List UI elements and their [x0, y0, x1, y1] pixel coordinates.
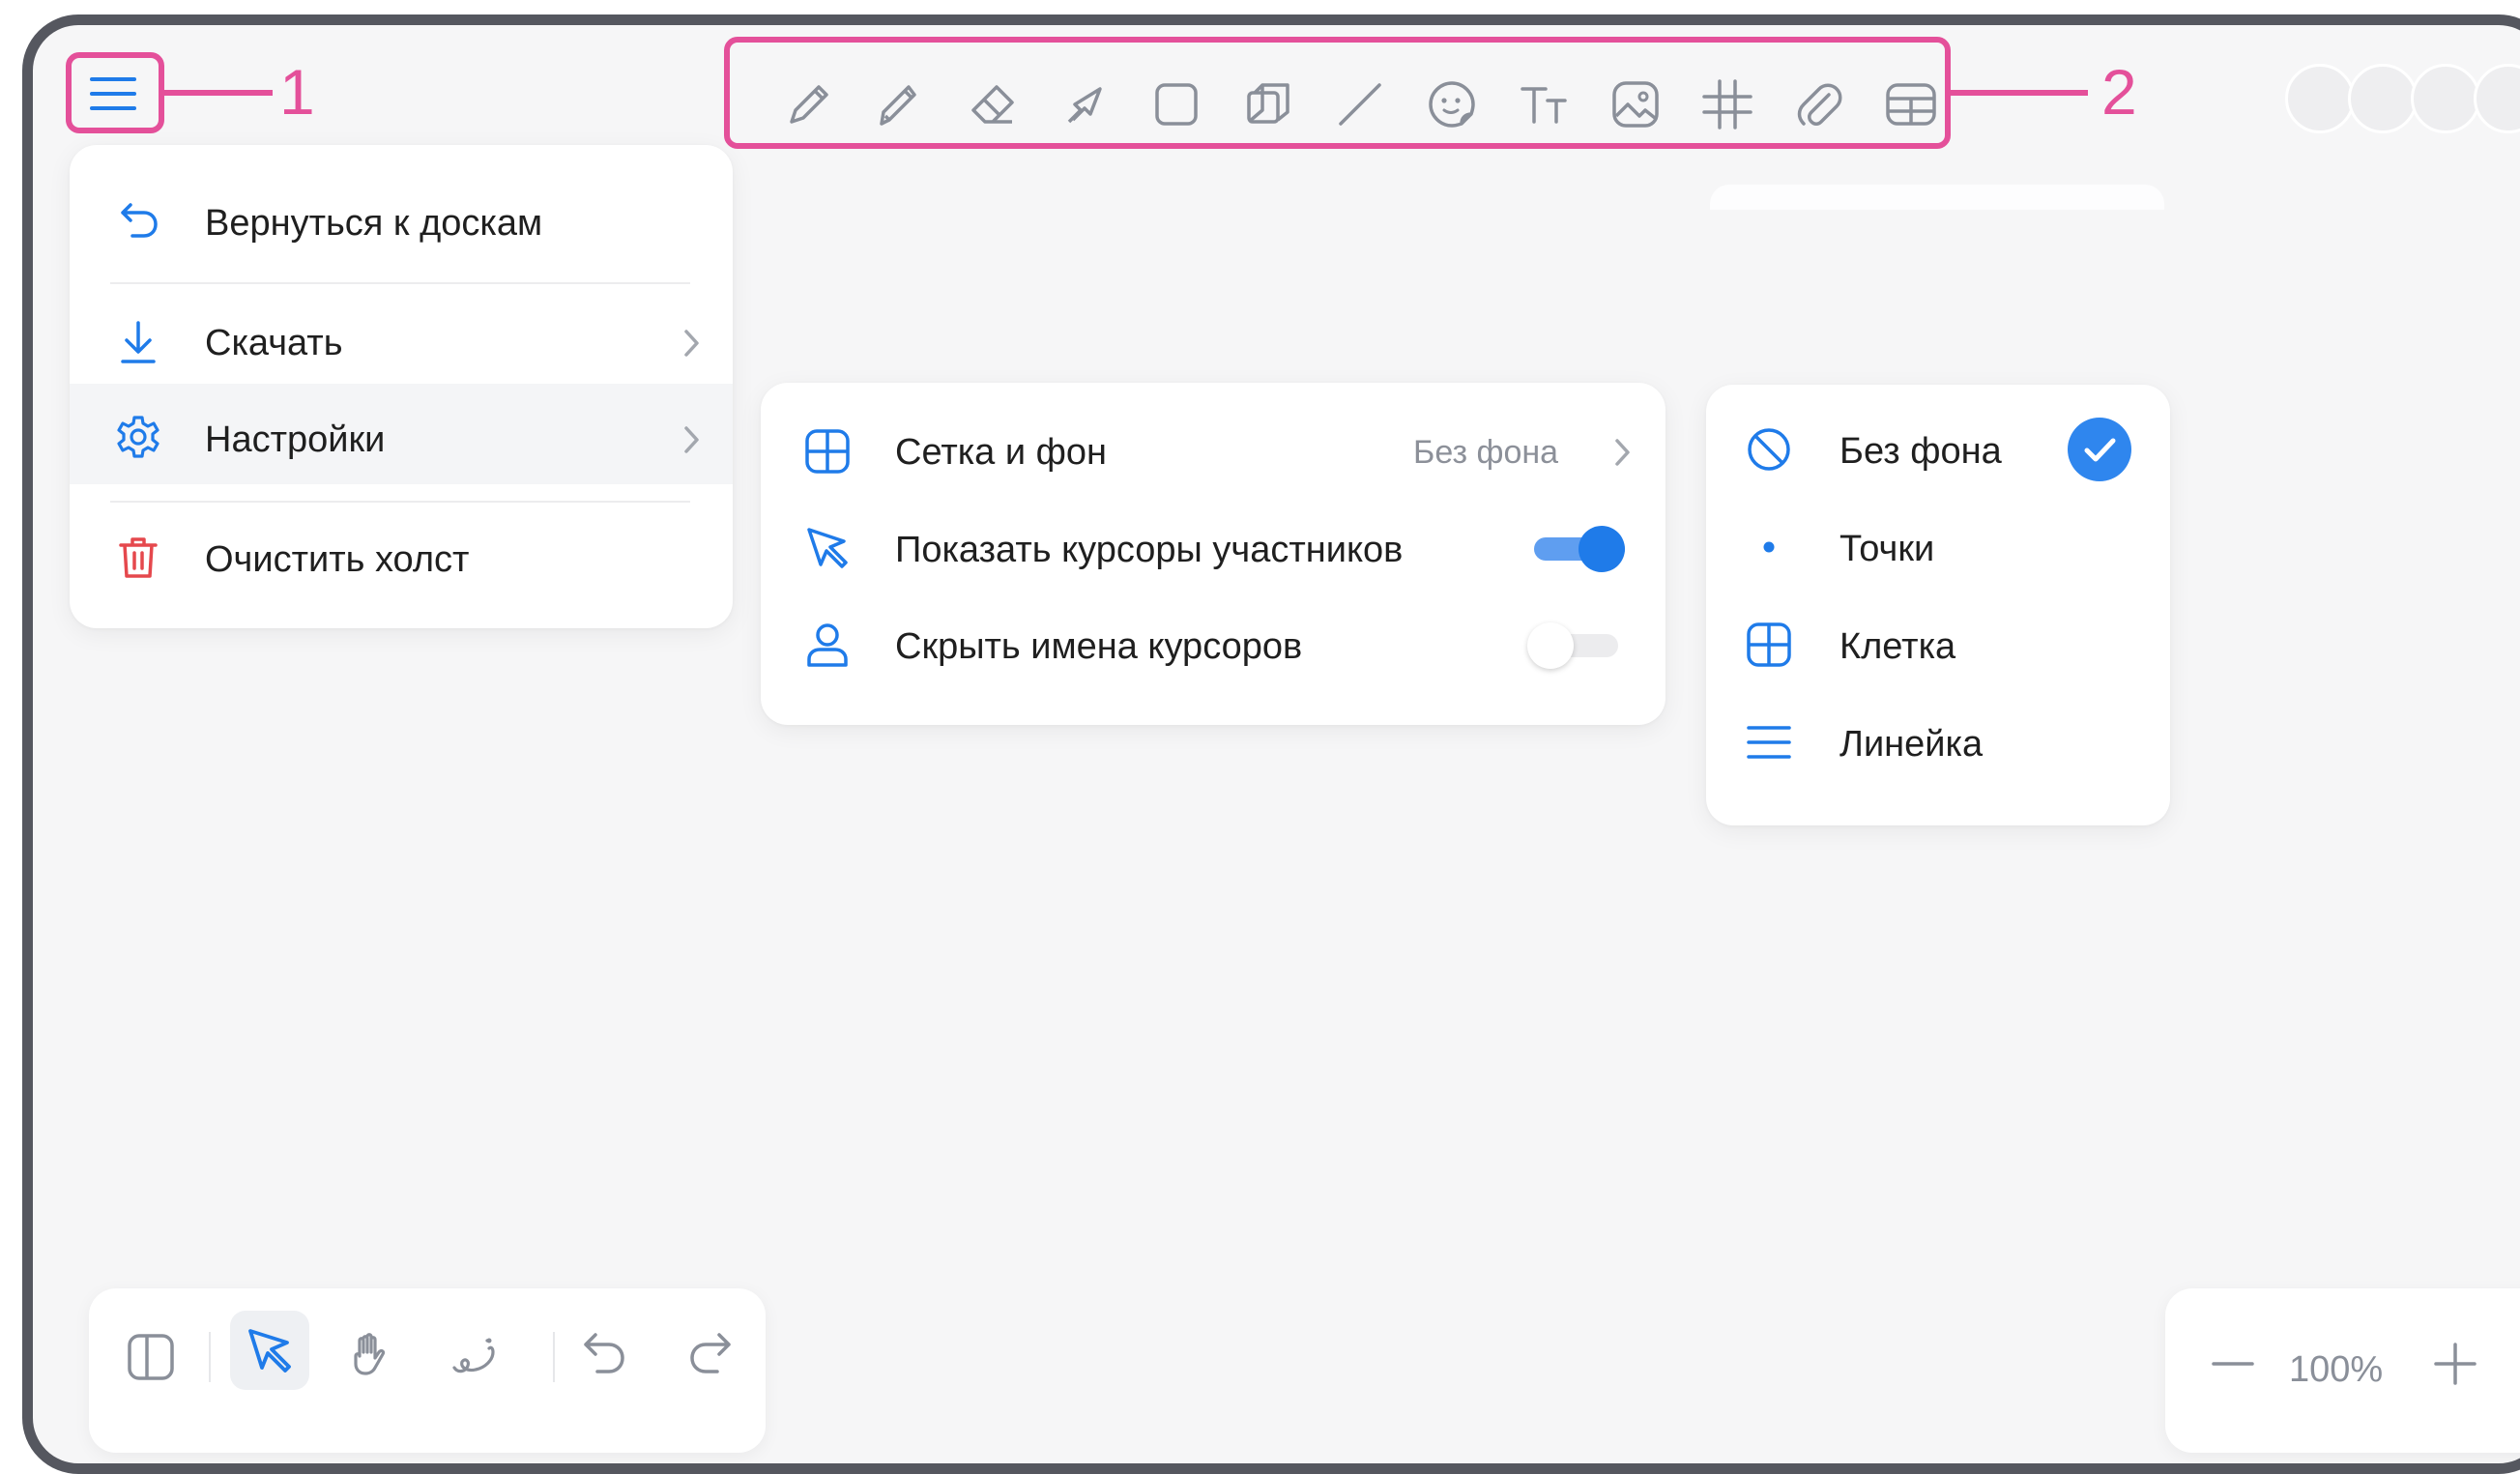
- main-menu: Вернуться к доскам Скачать Настройки Очи…: [70, 145, 733, 628]
- cursor-icon: [803, 524, 852, 572]
- table-icon[interactable]: [1882, 75, 1940, 133]
- participant-avatar[interactable]: [2411, 64, 2480, 133]
- selected-check-icon: [2068, 418, 2131, 481]
- undo-icon[interactable]: [578, 1327, 632, 1381]
- no-background-icon: [1745, 425, 1793, 474]
- zoom-control: 100%: [2165, 1288, 2520, 1453]
- zoom-in-icon[interactable]: [2428, 1337, 2482, 1391]
- text-icon[interactable]: [1515, 75, 1573, 133]
- hand-icon[interactable]: [344, 1327, 398, 1381]
- show-cursors-item[interactable]: Показать курсоры участников: [895, 532, 1403, 568]
- grid-background-icon: [803, 427, 852, 476]
- trash-icon: [115, 534, 161, 580]
- cells-icon: [1745, 621, 1793, 669]
- grid-background-item[interactable]: Сетка и фон: [895, 434, 1107, 471]
- hide-cursor-names-toggle[interactable]: [1527, 622, 1618, 669]
- hide-cursor-names-item[interactable]: Скрыть имена курсоров: [895, 628, 1302, 665]
- undo-back-icon: [115, 197, 161, 244]
- menu-divider: [110, 282, 690, 284]
- toolbar-separator: [553, 1332, 555, 1382]
- settings-menu: Сетка и фон Без фона Показать курсоры уч…: [761, 383, 1666, 725]
- image-icon[interactable]: [1607, 75, 1665, 133]
- highlight-connector-2: [1951, 90, 2088, 96]
- highlight-label-2: 2: [2101, 56, 2137, 128]
- clear-canvas-item[interactable]: Очистить холст: [205, 541, 469, 578]
- toggle-knob: [1527, 622, 1574, 669]
- participant-avatar[interactable]: [2348, 64, 2418, 133]
- settings-item[interactable]: Настройки: [205, 421, 385, 458]
- line-icon[interactable]: [1331, 75, 1389, 133]
- lines-icon: [1745, 718, 1793, 766]
- toggle-knob: [1579, 526, 1625, 572]
- participant-avatar[interactable]: [2285, 64, 2355, 133]
- grid-background-value: Без фона: [1413, 434, 1559, 471]
- chevron-right-icon: [676, 327, 709, 360]
- settings-row-highlight: [70, 384, 733, 484]
- rectangle-icon[interactable]: [1147, 75, 1205, 133]
- menu-divider: [110, 501, 690, 503]
- show-cursors-toggle[interactable]: [1534, 526, 1625, 572]
- dots-icon: [1745, 523, 1793, 571]
- sticker-icon[interactable]: [1423, 75, 1481, 133]
- download-icon: [115, 319, 161, 365]
- user-icon: [803, 621, 852, 669]
- bg-option-none[interactable]: Без фона: [1839, 433, 2002, 470]
- arrow-icon[interactable]: [1056, 75, 1114, 133]
- zoom-level: 100%: [2289, 1349, 2384, 1390]
- gear-icon: [115, 414, 161, 460]
- bottom-toolbar: [89, 1288, 766, 1453]
- chevron-right-icon: [1607, 436, 1639, 469]
- hamburger-menu-icon[interactable]: [88, 72, 138, 116]
- pencil-icon[interactable]: [780, 75, 838, 133]
- bg-option-cells[interactable]: Клетка: [1839, 628, 1955, 665]
- marker-icon[interactable]: [872, 75, 930, 133]
- background-menu: Без фона Точки Клетка Линейка: [1706, 385, 2170, 825]
- attachment-icon[interactable]: [1790, 75, 1848, 133]
- bg-option-lines[interactable]: Линейка: [1839, 726, 1983, 763]
- back-to-boards-item[interactable]: Вернуться к доскам: [205, 205, 542, 242]
- participant-avatar[interactable]: [2474, 64, 2520, 133]
- shapes-icon[interactable]: [1239, 75, 1297, 133]
- toolbar-separator: [209, 1332, 211, 1382]
- app-window: 1 2 Вернуться к доскам Скачать Настройки…: [22, 14, 2520, 1474]
- sidebar-toggle-icon[interactable]: [124, 1330, 178, 1384]
- download-item[interactable]: Скачать: [205, 325, 343, 361]
- redo-icon[interactable]: [682, 1327, 737, 1381]
- eraser-icon[interactable]: [964, 75, 1022, 133]
- bg-option-dots[interactable]: Точки: [1839, 531, 1934, 567]
- grid-icon[interactable]: [1698, 75, 1756, 133]
- canvas-card-edge: [1710, 185, 2164, 210]
- select-cursor-icon[interactable]: [243, 1323, 297, 1377]
- highlight-label-1: 1: [279, 56, 315, 128]
- lasso-icon[interactable]: [449, 1329, 503, 1383]
- zoom-out-icon[interactable]: [2206, 1337, 2260, 1391]
- chevron-right-icon: [676, 423, 709, 456]
- highlight-connector-1: [164, 90, 273, 96]
